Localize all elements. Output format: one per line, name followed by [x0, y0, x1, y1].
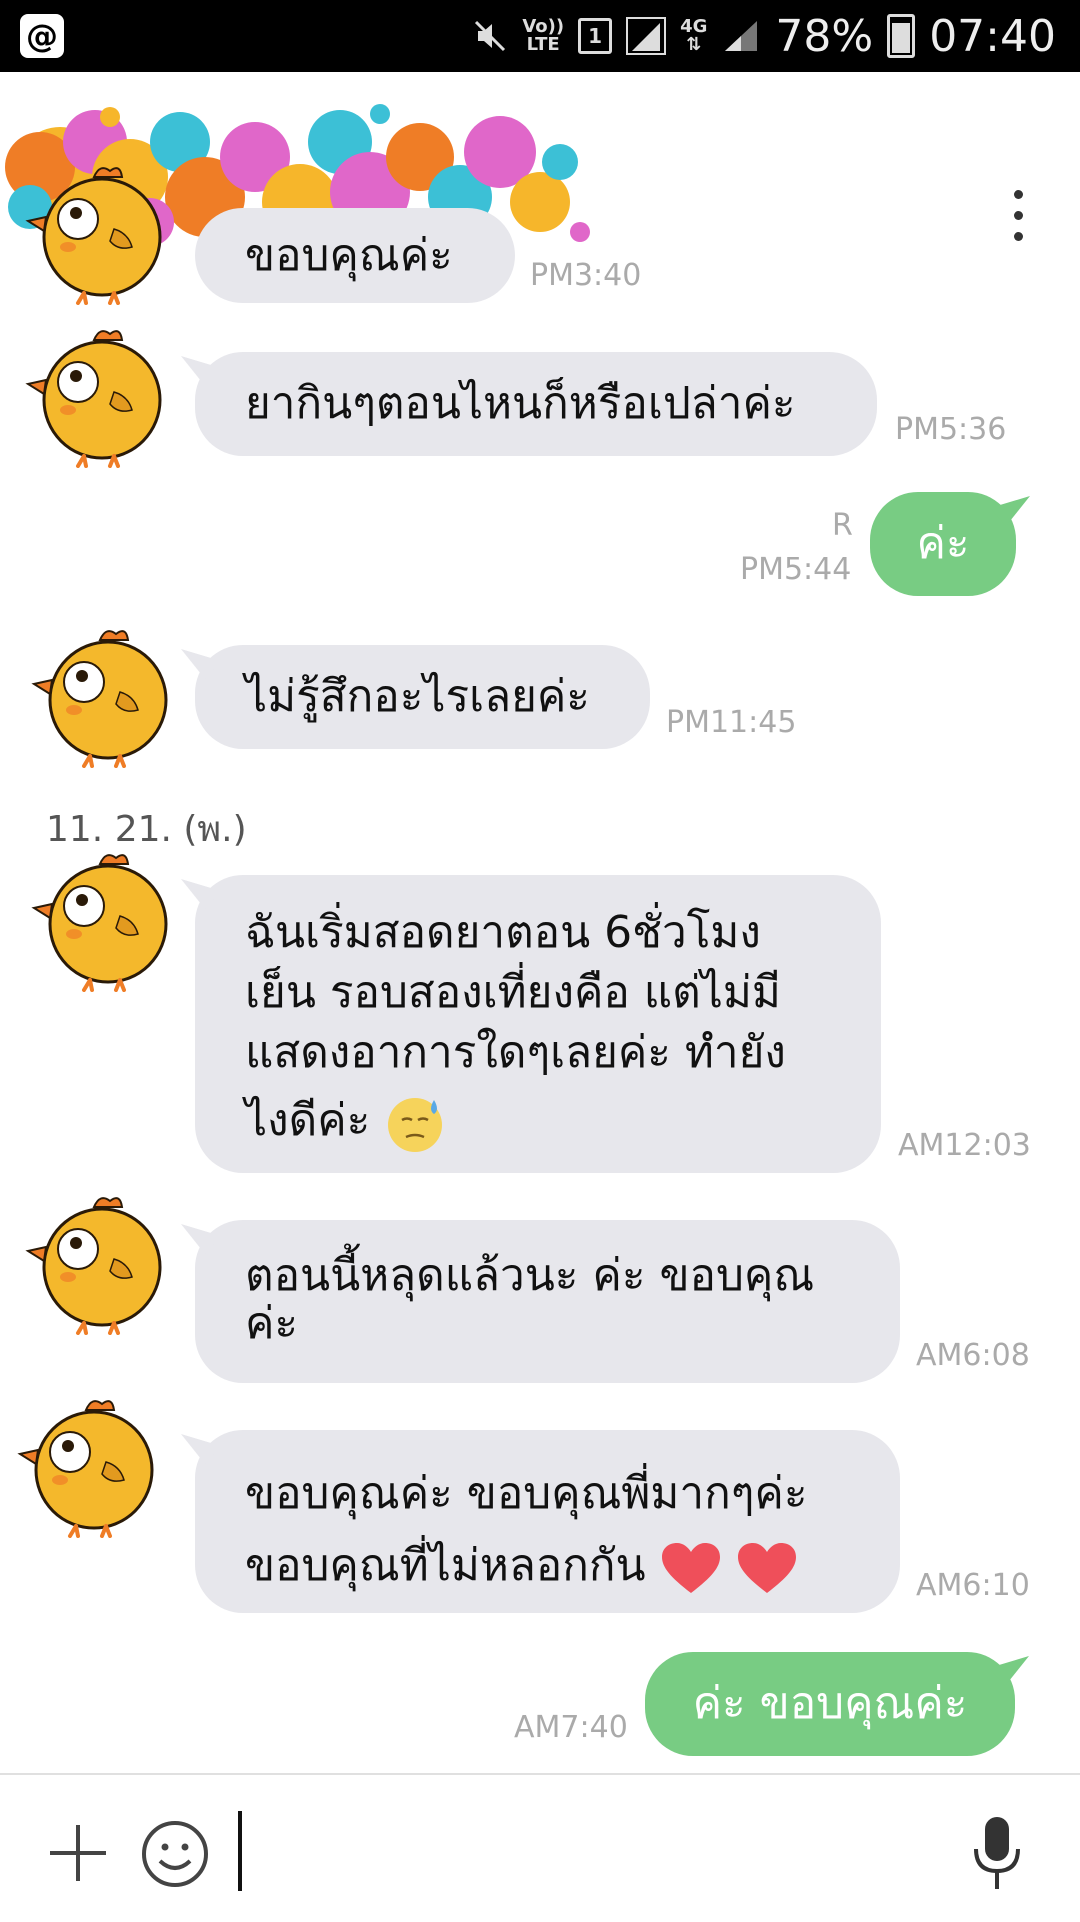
message-bubble-incoming[interactable]: ขอบคุณค่ะ ขอบคุณพี่มากๆค่ะ ขอบคุณที่ไม่ห…: [195, 1430, 900, 1613]
message-line: แสดงอาการใดๆเลยค่ะ ทำยัง: [245, 1027, 786, 1078]
heart-emoji-icon: [661, 1543, 720, 1593]
message-line: ตอนนี้หลุดแล้วนะ ค่ะ ขอบคุณ: [245, 1250, 815, 1301]
message-bubble-outgoing[interactable]: ค่ะ ขอบคุณค่ะ: [645, 1652, 1015, 1756]
message-line: เย็น รอบสองเที่ยงคือ แต่ไม่มี: [245, 967, 781, 1018]
message-timestamp: AM6:08: [916, 1338, 1030, 1373]
message-line: ค่ะ: [245, 1298, 299, 1349]
message-bubble-incoming[interactable]: ตอนนี้หลุดแล้วนะ ค่ะ ขอบคุณ ค่ะ: [195, 1220, 900, 1383]
more-vert-icon[interactable]: [1010, 190, 1026, 246]
avatar[interactable]: [30, 618, 180, 768]
clock: 07:40: [929, 10, 1056, 62]
message-line: ขอบคุณค่ะ ขอบคุณพี่มากๆค่ะ: [245, 1468, 808, 1519]
sweat-face-emoji-icon: [388, 1098, 443, 1152]
message-line: ฉันเริ่มสอดยาตอน 6ชั่วโมง: [245, 907, 761, 958]
avatar[interactable]: [24, 1185, 174, 1335]
message-bubble-incoming[interactable]: ฉันเริ่มสอดยาตอน 6ชั่วโมง เย็น รอบสองเที…: [195, 875, 881, 1173]
status-indicators: Vo)) LTE 1 4G ⇅ 78% 07:40: [472, 0, 1056, 72]
message-timestamp: AM7:40: [514, 1710, 628, 1745]
status-bar: @ Vo)) LTE 1 4G ⇅ 78% 07:40: [0, 0, 1080, 72]
app-notification-icon: @: [20, 14, 64, 58]
message-timestamp: AM6:10: [916, 1568, 1030, 1603]
plus-icon[interactable]: [46, 1821, 110, 1885]
message-bubble-incoming[interactable]: ไม่รู้สึกอะไรเลยค่ะ: [195, 645, 650, 749]
avatar[interactable]: [24, 155, 174, 305]
message-timestamp: PM3:40: [530, 258, 642, 293]
volte-indicator: Vo)) LTE: [522, 16, 565, 55]
signal-secondary-icon: [725, 21, 758, 51]
message-timestamp: PM5:36: [895, 412, 1007, 447]
signal-icon: [626, 17, 667, 55]
sim-slot-indicator: 1: [578, 18, 613, 54]
message-bubble-incoming[interactable]: ยากินๆตอนไหนก็หรือเปล่าค่ะ: [195, 352, 877, 456]
read-receipt: R: [832, 508, 853, 543]
smile-icon[interactable]: [140, 1819, 210, 1889]
message-timestamp: AM12:03: [898, 1128, 1031, 1163]
message-line: ขอบคุณที่ไม่หลอกกัน: [245, 1540, 646, 1591]
message-input-bar: [0, 1773, 1080, 1922]
message-timestamp: PM5:44: [740, 552, 852, 587]
message-bubble-outgoing[interactable]: ค่ะ: [870, 492, 1016, 596]
mic-icon[interactable]: [970, 1815, 1024, 1895]
message-timestamp: PM11:45: [666, 705, 797, 740]
avatar[interactable]: [24, 318, 174, 468]
heart-emoji-icon: [737, 1543, 796, 1593]
network-type-indicator: 4G ⇅: [680, 16, 708, 55]
message-input[interactable]: [238, 1811, 938, 1891]
battery-percentage: 78%: [775, 10, 874, 62]
avatar[interactable]: [16, 1388, 166, 1538]
battery-icon: [887, 14, 916, 58]
message-line: ไงดีค่ะ: [245, 1095, 371, 1146]
mute-icon: [475, 20, 506, 52]
message-bubble-incoming[interactable]: ขอบคุณค่ะ: [195, 208, 515, 303]
avatar[interactable]: [30, 842, 180, 992]
